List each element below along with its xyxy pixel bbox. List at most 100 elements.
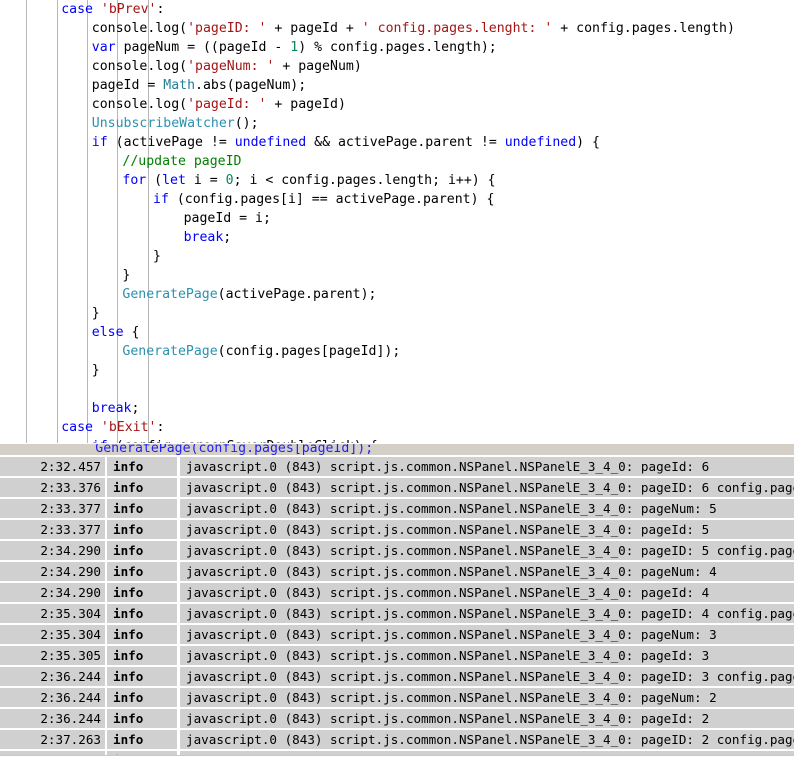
log-timestamp: 2:34.290 (0, 561, 105, 581)
code-token: (); (234, 116, 259, 131)
code-line: break; (0, 399, 794, 418)
code-token: GeneratePage (122, 287, 218, 302)
log-severity: info (107, 561, 177, 581)
code-token: ( (146, 173, 163, 188)
code-token: if (92, 439, 108, 443)
code-token: 0 (225, 173, 234, 188)
code-line: console.log('pageId: ' + pageId) (0, 95, 794, 114)
log-timestamp: 2:35.305 (0, 645, 105, 665)
code-token: && activePage.parent != (306, 135, 505, 150)
code-line: GeneratePage(activePage.parent); (0, 285, 794, 304)
log-message: javascript.0 (843) script.js.common.NSPa… (180, 477, 794, 497)
code-token: 'bExit' (100, 420, 157, 435)
code-token: var (91, 40, 116, 55)
log-panel[interactable]: 2:32.457 info javascript.0 (843) script.js… (0, 455, 794, 759)
indent-guide (26, 0, 27, 443)
log-severity: info (107, 582, 177, 602)
code-token: 'bPrev' (100, 2, 157, 17)
code-line: if (activePage != undefined && activePag… (0, 133, 794, 152)
code-line: for (let i = 0; i < config.pages.length;… (0, 171, 794, 190)
code-token: (activePage.parent); (217, 287, 377, 302)
log-message: javascript.0 (843) script.js.common.NSPa… (180, 519, 794, 539)
code-text-area[interactable]: case 'bPrev': console.log('pageID: ' + pa… (0, 0, 794, 443)
log-message: javascript.0 (843) script.js.common.NSPa… (180, 603, 794, 623)
code-token: pageId = (91, 78, 164, 93)
log-timestamp: 2:36.244 (0, 708, 105, 728)
code-token: + config.pages.length) (552, 21, 735, 36)
code-token: } (91, 363, 100, 378)
code-token: : (156, 420, 165, 435)
log-row[interactable]: 2:33.377 info javascript.0 (843) script.js… (0, 519, 794, 539)
log-message: javascript.0 (843) script.js.common.NSPa… (180, 456, 794, 476)
code-token: GeneratePage (122, 344, 218, 359)
log-timestamp: 2:34.290 (0, 582, 105, 602)
log-row[interactable]: 2:37.263 info javascript.0 (843) script.js… (0, 729, 794, 749)
code-token: i = (185, 173, 226, 188)
log-row[interactable]: 2:34.290 info javascript.0 (843) script.js… (0, 582, 794, 602)
log-severity: info (107, 498, 177, 518)
log-timestamp: 2:35.304 (0, 624, 105, 644)
log-row[interactable]: 2:36.244 info javascript.0 (843) script.js… (0, 708, 794, 728)
log-timestamp: 2:33.377 (0, 498, 105, 518)
log-severity: info (107, 456, 177, 476)
code-token: pageNum = ((pageId - (115, 40, 291, 55)
code-token: ) % config.pages.length); (298, 40, 497, 55)
code-token: pageId = i; (183, 211, 271, 226)
code-token: 'pageID: ' (187, 21, 267, 36)
log-severity: info (107, 624, 177, 644)
code-token: ; i < config.pages.length; i++) { (233, 173, 496, 188)
code-token: for (122, 173, 147, 188)
code-line: console.log('pageID: ' + pageId + ' conf… (0, 19, 794, 38)
code-token: } (153, 249, 161, 264)
log-bottom-edge (0, 755, 794, 759)
code-token: console.log( (91, 59, 188, 74)
log-message: javascript.0 (843) script.js.common.NSPa… (180, 729, 794, 749)
code-token: case (61, 2, 101, 17)
log-timestamp: 2:37.263 (0, 729, 105, 749)
log-row[interactable]: 2:32.457 info javascript.0 (843) script.js… (0, 456, 794, 476)
log-message: javascript.0 (843) script.js.common.NSPa… (180, 666, 794, 686)
log-severity: info (107, 603, 177, 623)
code-token: ; (223, 230, 232, 245)
log-message: javascript.0 (843) script.js.common.NSPa… (180, 540, 794, 560)
log-row[interactable]: 2:33.377 info javascript.0 (843) script.js… (0, 498, 794, 518)
code-token: } (122, 268, 131, 283)
log-row[interactable]: 2:36.244 info javascript.0 (843) script.js… (0, 666, 794, 686)
log-row[interactable]: 2:34.290 info javascript.0 (843) script.js… (0, 540, 794, 560)
code-line: pageId = i; (0, 209, 794, 228)
indent-guide (87, 0, 88, 443)
code-token: (config.pages[pageId]); (217, 344, 401, 359)
log-message: javascript.0 (843) script.js.common.NSPa… (180, 498, 794, 518)
code-token: + pageNum) (274, 59, 362, 74)
code-token: (config.pages[i] == activePage.parent) { (168, 192, 495, 207)
log-severity: info (107, 645, 177, 665)
code-line: } (0, 304, 794, 323)
log-message: javascript.0 (843) script.js.common.NSPa… (180, 687, 794, 707)
log-message: javascript.0 (843) script.js.common.NSPa… (180, 708, 794, 728)
log-row[interactable]: 2:35.304 info javascript.0 (843) script.js… (0, 624, 794, 644)
log-severity: info (107, 540, 177, 560)
code-token: break (183, 230, 224, 245)
log-row[interactable]: 2:35.304 info javascript.0 (843) script.js… (0, 603, 794, 623)
log-rows-container: 2:32.457 info javascript.0 (843) script.js… (0, 455, 794, 759)
log-row[interactable]: 2:36.244 info javascript.0 (843) script.js… (0, 687, 794, 707)
log-row[interactable]: 2:34.290 info javascript.0 (843) script.js… (0, 561, 794, 581)
code-token: break (91, 401, 132, 416)
log-row[interactable]: 2:35.305 info javascript.0 (843) script.js… (0, 645, 794, 665)
code-line: UnsubscribeWatcher(); (0, 114, 794, 133)
log-timestamp: 2:33.377 (0, 519, 105, 539)
code-token: let (162, 173, 186, 188)
code-line: } (0, 361, 794, 380)
log-message: javascript.0 (843) script.js.common.NSPa… (180, 582, 794, 602)
code-line: //update pageID (0, 152, 794, 171)
log-severity: info (107, 666, 177, 686)
log-severity: info (107, 477, 177, 497)
code-token: UnsubscribeWatcher (91, 116, 235, 131)
code-token: else (91, 325, 124, 340)
code-token: ; (131, 401, 140, 416)
code-line: var pageNum = ((pageId - 1) % config.pag… (0, 38, 794, 57)
code-editor-pane[interactable]: case 'bPrev': console.log('pageID: ' + pa… (0, 0, 794, 443)
code-token: ) { (576, 135, 600, 150)
log-message: javascript.0 (843) script.js.common.NSPa… (180, 645, 794, 665)
log-row[interactable]: 2:33.376 info javascript.0 (843) script.js… (0, 477, 794, 497)
